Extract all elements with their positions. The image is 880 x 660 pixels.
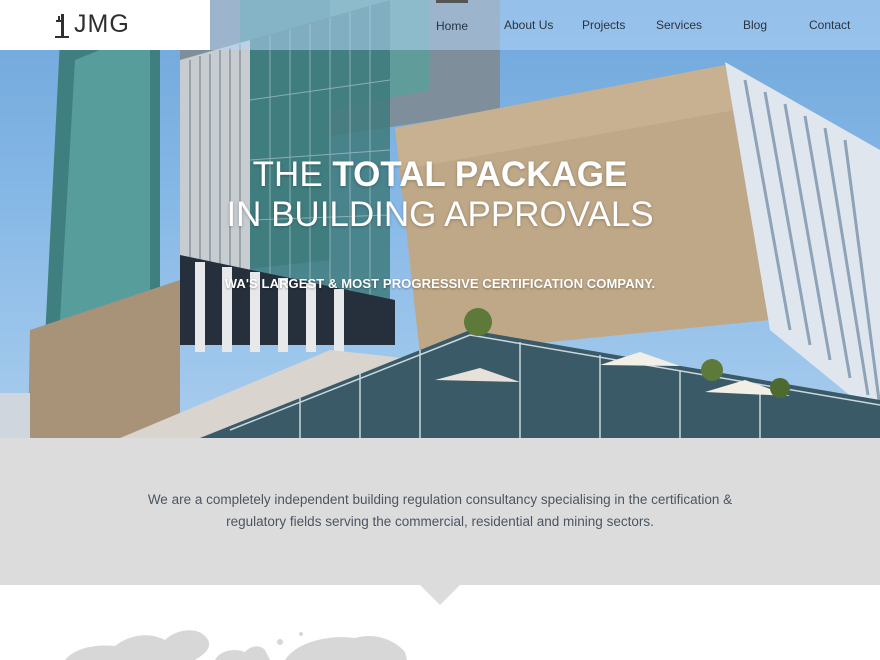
intro-text: We are a completely independent building… <box>147 492 733 529</box>
nav-item-services[interactable]: Services <box>656 0 702 50</box>
hero-heading-light: THE <box>252 155 333 194</box>
section-pointer-arrow <box>420 585 460 605</box>
nav-item-contact[interactable]: Contact <box>809 0 850 50</box>
nav-item-projects[interactable]: Projects <box>582 0 625 50</box>
intro-section: We are a completely independent building… <box>0 438 880 585</box>
hero-subtitle: WA'S LARGEST & MOST PROGRESSIVE CERTIFIC… <box>224 276 656 291</box>
nav-item-about-us[interactable]: About Us <box>504 0 553 50</box>
world-map-graphic <box>65 630 407 660</box>
nav-item-home[interactable]: Home <box>436 0 469 50</box>
nav-item-blog[interactable]: Blog <box>743 0 767 50</box>
main-nav: Home About Us Projects Services Blog Con… <box>0 0 880 50</box>
hero-heading: THE TOTAL PACKAGE IN BUILDING APPROVALS <box>0 155 880 235</box>
hero-heading-bold: TOTAL PACKAGE <box>332 155 628 194</box>
hero-heading-line2: IN BUILDING APPROVALS <box>226 195 654 234</box>
hero-banner: THE TOTAL PACKAGE IN BUILDING APPROVALS … <box>0 0 880 438</box>
